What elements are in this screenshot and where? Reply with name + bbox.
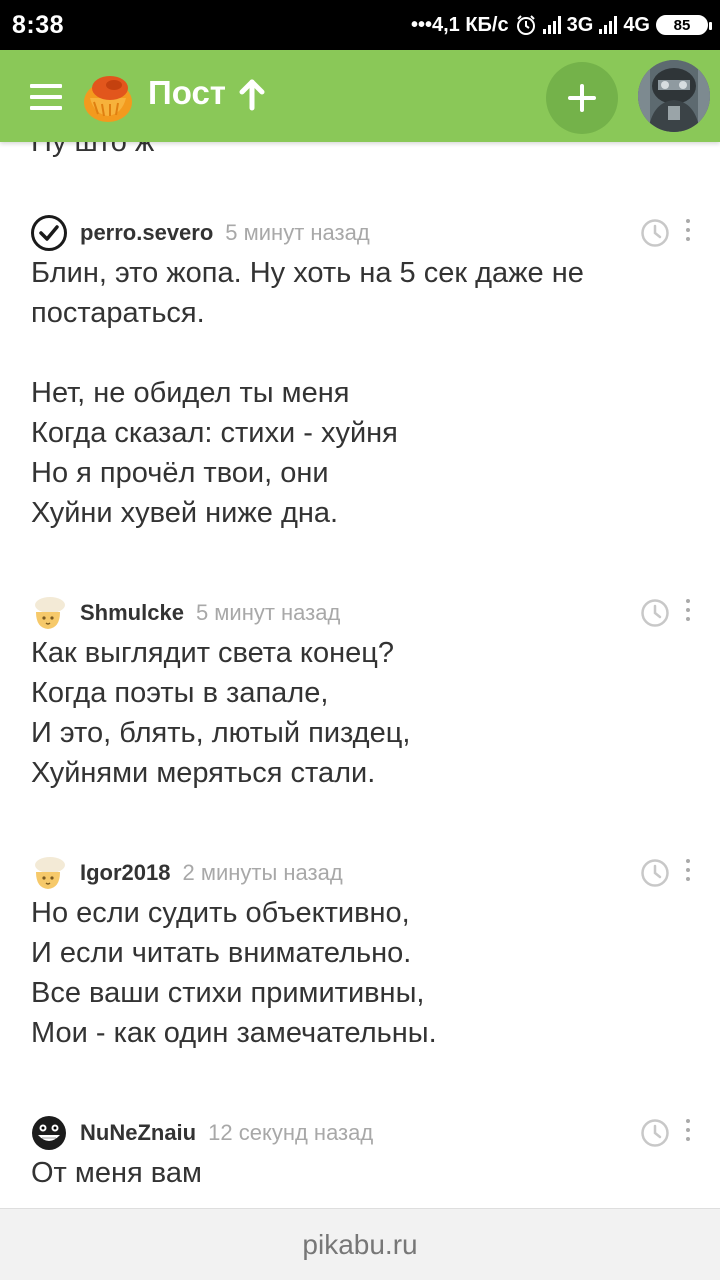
comment-line: Хуйни хувей ниже дна.	[31, 497, 339, 529]
user-avatar[interactable]	[638, 60, 710, 132]
comment-line: Мои - как один замечательны.	[31, 1017, 437, 1049]
clock-icon[interactable]	[640, 858, 670, 888]
comment-text-partial: Ну што ж	[31, 142, 155, 158]
network-type-2: 4G	[623, 13, 650, 36]
site-domain: pikabu.ru	[302, 1228, 418, 1260]
browser-url-bar[interactable]: pikabu.ru	[0, 1208, 720, 1280]
comment-line: постараться.	[31, 297, 205, 329]
more-options-icon[interactable]	[684, 219, 692, 247]
clock-icon[interactable]	[640, 598, 670, 628]
network-speed: •••4,1 КБ/с	[410, 13, 509, 36]
comment-line: Но если судить объективно,	[31, 897, 410, 929]
signal-icon-1	[542, 16, 561, 34]
comment-line: И если читать внимательно.	[31, 937, 412, 969]
comment-body: От меня вам	[31, 1153, 671, 1193]
network-type-1: 3G	[566, 13, 594, 36]
comment-line: Нет, не обидел ты меня	[31, 377, 350, 409]
comment-line: Когда сказал: стихи - хуйня	[31, 417, 398, 449]
default-avatar-icon[interactable]	[30, 854, 68, 892]
battery-icon: 85	[656, 15, 712, 35]
comment-body: Но если судить объективно, И если читать…	[31, 893, 671, 1053]
check-circle-icon[interactable]	[30, 214, 68, 252]
comment-username[interactable]: Shmulcke	[80, 600, 184, 626]
menu-icon[interactable]	[30, 84, 62, 110]
comment-line: Все ваши стихи примитивны,	[31, 977, 425, 1009]
comment-time[interactable]: 12 секунд назад	[208, 1120, 373, 1146]
comment-username[interactable]: NuNeZnaiu	[80, 1120, 196, 1146]
comment-line: Как выглядит света конец?	[31, 637, 394, 669]
comment-line-gap	[31, 333, 671, 373]
clock-icon[interactable]	[640, 218, 670, 248]
status-indicators: •••4,1 КБ/с 3G 4G 85	[410, 13, 712, 37]
comment-line: Хуйнями меряться стали.	[31, 757, 376, 789]
comment-header: Igor2018 2 минуты назад	[30, 853, 343, 893]
grin-face-icon[interactable]	[30, 1114, 68, 1152]
signal-icon-2	[599, 16, 618, 34]
alarm-icon	[516, 15, 535, 35]
comment-line: И это, блять, лютый пиздец,	[31, 717, 411, 749]
arrow-up-icon[interactable]	[238, 78, 266, 112]
plus-icon	[568, 84, 596, 112]
pikabu-logo-icon[interactable]	[80, 68, 136, 124]
comment-time[interactable]: 5 минут назад	[225, 220, 369, 246]
battery-level: 85	[673, 16, 691, 34]
default-avatar-icon[interactable]	[30, 594, 68, 632]
comment-line: Но я прочёл твои, они	[31, 457, 329, 489]
comment-time[interactable]: 5 минут назад	[196, 600, 340, 626]
comment-line: От меня вам	[31, 1157, 202, 1189]
comment-time[interactable]: 2 минуты назад	[183, 860, 343, 886]
comment-header: Shmulcke 5 минут назад	[30, 593, 340, 633]
page-title: Пост	[148, 74, 226, 111]
comment-username[interactable]: perro.severo	[80, 220, 213, 246]
comments-feed: Ну што ж perro.severo 5 минут назад Блин…	[0, 142, 720, 1208]
app-header: Пост	[0, 50, 720, 142]
add-post-button[interactable]	[546, 62, 618, 134]
comment-header: NuNeZnaiu 12 секунд назад	[30, 1113, 373, 1153]
comment-line: Блин, это жопа. Ну хоть на 5 сек даже не	[31, 257, 584, 289]
comment-header: perro.severo 5 минут назад	[30, 213, 370, 253]
more-options-icon[interactable]	[684, 859, 692, 887]
comment-body: Как выглядит света конец? Когда поэты в …	[31, 633, 671, 793]
comment-line: Когда поэты в запале,	[31, 677, 329, 709]
status-time: 8:38	[12, 10, 65, 39]
comment-body: Блин, это жопа. Ну хоть на 5 сек даже не…	[31, 253, 671, 533]
status-bar: 8:38 •••4,1 КБ/с 3G 4G 85	[0, 0, 720, 50]
comment-username[interactable]: Igor2018	[80, 860, 171, 886]
clock-icon[interactable]	[640, 1118, 670, 1148]
more-options-icon[interactable]	[684, 599, 692, 627]
more-options-icon[interactable]	[684, 1119, 692, 1147]
